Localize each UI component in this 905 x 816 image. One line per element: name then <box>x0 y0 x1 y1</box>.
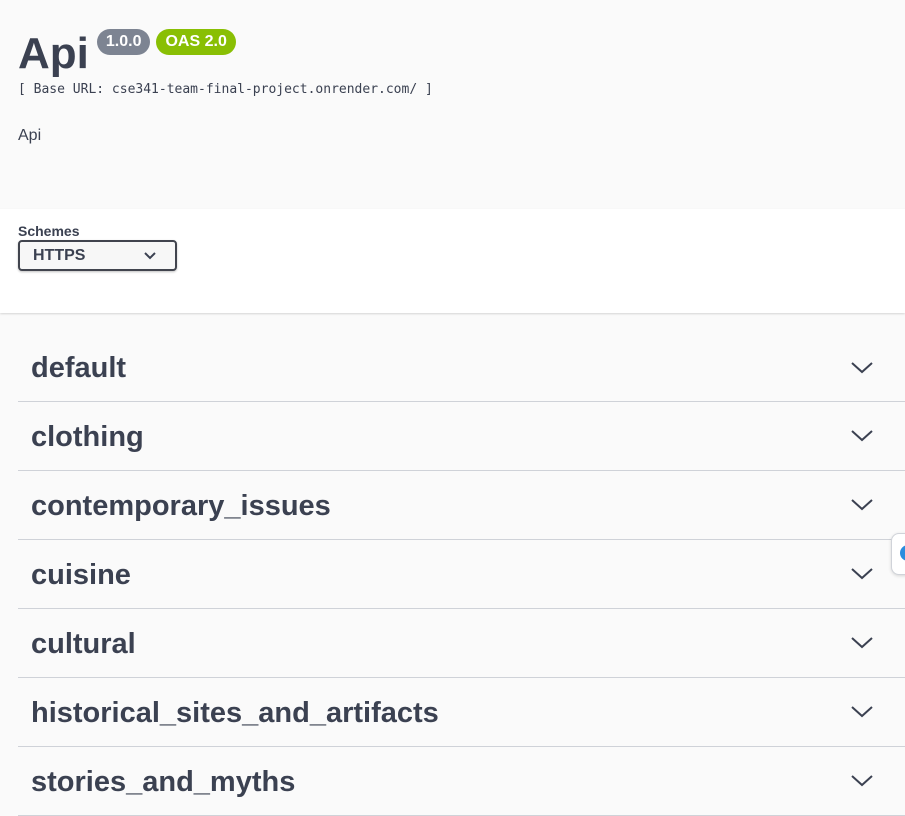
chevron-down-icon[interactable] <box>850 356 874 380</box>
chevron-down-icon[interactable] <box>850 562 874 586</box>
tag-name: cultural <box>31 627 136 660</box>
schemes-selected-value: HTTPS <box>33 246 86 264</box>
tag-sections: default clothing contemporary_issues cui… <box>18 334 905 816</box>
api-info-section: Api 1.0.0 OAS 2.0 [ Base URL: cse341-tea… <box>0 0 905 209</box>
chevron-down-icon[interactable] <box>850 700 874 724</box>
oas-version-badge: OAS 2.0 <box>156 29 236 55</box>
tag-section-historical-sites-and-artifacts[interactable]: historical_sites_and_artifacts <box>18 678 905 747</box>
tag-name: cuisine <box>31 558 131 591</box>
tag-section-default[interactable]: default <box>18 334 905 402</box>
tag-name: historical_sites_and_artifacts <box>31 696 439 729</box>
tag-section-cuisine[interactable]: cuisine <box>18 540 905 609</box>
chevron-down-icon[interactable] <box>850 631 874 655</box>
title-row: Api 1.0.0 OAS 2.0 <box>18 29 236 79</box>
tag-name: default <box>31 352 127 384</box>
extension-widget[interactable] <box>891 533 905 575</box>
tag-name: clothing <box>31 420 144 453</box>
page-title: Api <box>18 29 89 78</box>
tag-section-stories-and-myths[interactable]: stories_and_myths <box>18 747 905 816</box>
tag-section-clothing[interactable]: clothing <box>18 402 905 471</box>
base-url: [ Base URL: cse341-team-final-project.on… <box>18 82 433 97</box>
schemes-select[interactable]: HTTPS <box>18 240 177 271</box>
api-description: Api <box>18 127 42 144</box>
schemes-label: Schemes <box>18 223 80 239</box>
tag-section-cultural[interactable]: cultural <box>18 609 905 678</box>
chevron-down-icon[interactable] <box>850 769 874 793</box>
chevron-down-icon[interactable] <box>850 493 874 517</box>
tag-section-contemporary-issues[interactable]: contemporary_issues <box>18 471 905 540</box>
extension-icon <box>900 545 905 561</box>
tag-name: contemporary_issues <box>31 489 331 522</box>
version-badge: 1.0.0 <box>96 29 151 55</box>
chevron-down-icon[interactable] <box>850 424 874 448</box>
tag-name: stories_and_myths <box>31 765 296 798</box>
schemes-bar: Schemes HTTPS <box>0 209 905 313</box>
chevron-down-icon <box>143 249 157 263</box>
